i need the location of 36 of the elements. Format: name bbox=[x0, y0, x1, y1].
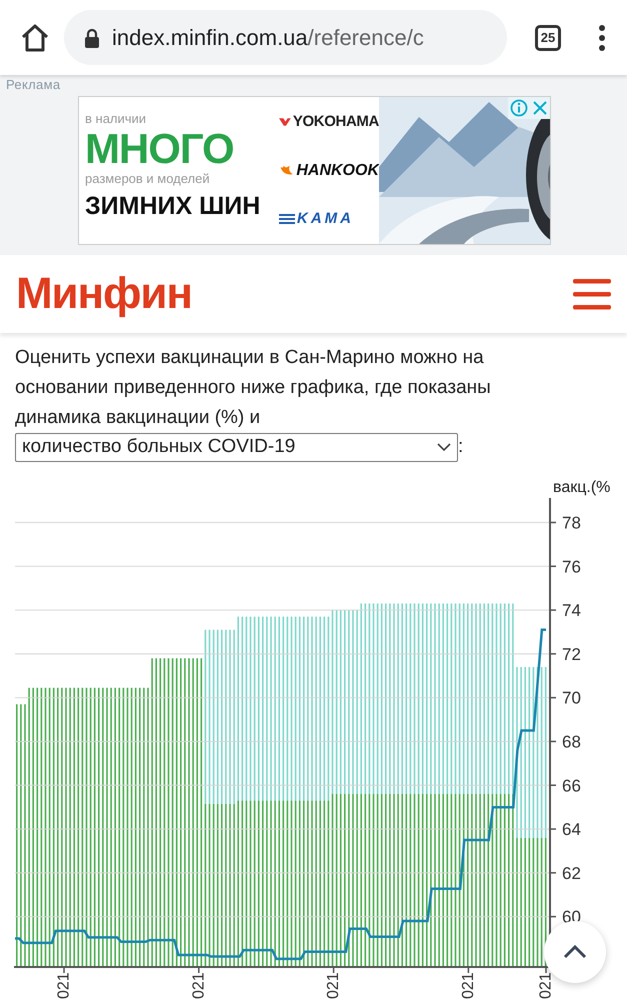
brand-name: KAMA bbox=[297, 208, 354, 228]
axis-label: 68 bbox=[562, 732, 581, 752]
ad-label: Реклама bbox=[5, 77, 62, 93]
axis-label: 66 bbox=[562, 776, 581, 796]
axis-title: вакц.(% bbox=[553, 479, 610, 496]
ad-text: в наличии bbox=[85, 111, 148, 127]
axis-label: 70 bbox=[562, 688, 581, 708]
brand-name: YOKOHAMA bbox=[292, 112, 379, 132]
axis-label: 021 bbox=[190, 972, 208, 999]
axis-label: 021 bbox=[56, 972, 73, 999]
lock-icon bbox=[84, 28, 100, 48]
axis-label: 021 bbox=[538, 972, 554, 999]
stripes-logo-icon bbox=[279, 212, 295, 225]
axis-label: 62 bbox=[562, 864, 581, 883]
chevron-up-icon bbox=[563, 945, 587, 959]
address-bar[interactable]: index.minfin.com.ua/reference/c bbox=[64, 10, 507, 65]
axis-label: 64 bbox=[562, 820, 581, 840]
chevron-down-icon bbox=[437, 443, 451, 452]
site-logo[interactable]: Минфин bbox=[16, 261, 192, 327]
more-icon[interactable] bbox=[597, 24, 607, 50]
url-text: index.minfin.com.ua/reference/c bbox=[112, 24, 424, 52]
data-select[interactable]: количество больных COVID-19 bbox=[15, 433, 458, 462]
brand-name: HANKOOK bbox=[296, 160, 379, 180]
ad-text: ЗИМНИХ ШИН bbox=[85, 191, 262, 221]
ad-text: МНОГО bbox=[85, 127, 235, 171]
axis-label: 021 bbox=[460, 972, 477, 999]
colon-text: : bbox=[458, 435, 464, 460]
axis-label: 78 bbox=[562, 514, 581, 532]
tab-count[interactable]: 25 bbox=[535, 24, 561, 50]
ad-text: размеров и моделей bbox=[85, 171, 211, 187]
axis-label: 021 bbox=[325, 972, 342, 999]
menu-icon[interactable] bbox=[573, 278, 611, 310]
home-icon[interactable] bbox=[20, 24, 50, 52]
axis-label: 72 bbox=[562, 644, 581, 664]
axis-label: 76 bbox=[562, 557, 581, 576]
axis-label: 74 bbox=[562, 601, 581, 620]
